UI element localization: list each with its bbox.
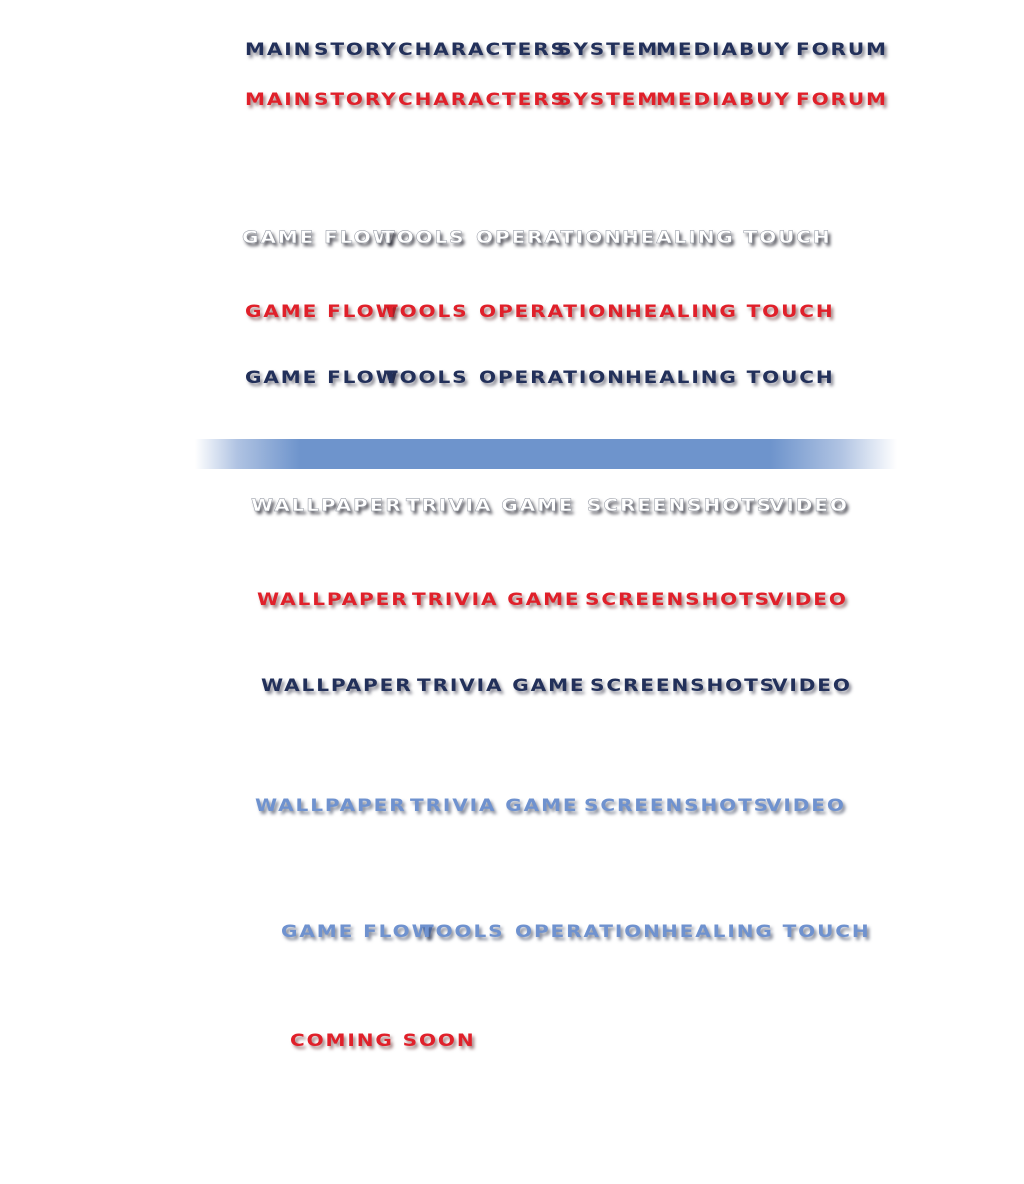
nav-system-button-hover[interactable]: SYSTEM: [557, 90, 659, 110]
subnav-tools-button[interactable]: TOOLS: [381, 228, 465, 248]
nav-system-button[interactable]: SYSTEM: [557, 40, 659, 60]
media-screenshots-button-active[interactable]: SCREENSHOTS: [590, 676, 776, 696]
coming-soon-label: COMING SOON: [290, 1031, 476, 1051]
media-screenshots-button[interactable]: SCREENSHOTS: [587, 496, 773, 516]
media-screenshots-button-selected[interactable]: SCREENSHOTS: [584, 796, 770, 816]
media-video-button[interactable]: VIDEO: [769, 496, 849, 516]
subnav-game-flow-button[interactable]: GAME FLOW: [242, 228, 397, 248]
subnav-operation-button-active[interactable]: OPERATION: [479, 368, 626, 388]
subnav-operation-button[interactable]: OPERATION: [476, 228, 623, 248]
subnav-healing-touch-button-selected[interactable]: HEALING TOUCH: [661, 922, 871, 942]
nav-story-button-hover[interactable]: STORY: [314, 90, 398, 110]
media-trivia-game-button-hover[interactable]: TRIVIA GAME: [412, 590, 581, 610]
nav-main-button[interactable]: MAIN: [245, 40, 312, 60]
subnav-tools-button-selected[interactable]: TOOLS: [420, 922, 504, 942]
subnav-game-flow-button-active[interactable]: GAME FLOW: [245, 368, 400, 388]
subnav-healing-touch-button-active[interactable]: HEALING TOUCH: [625, 368, 835, 388]
nav-forum-button-hover[interactable]: FORUM: [796, 90, 888, 110]
divider-bar: [195, 439, 897, 469]
subnav-game-flow-button-selected[interactable]: GAME FLOW: [281, 922, 436, 942]
nav-buy-button-hover[interactable]: BUY: [739, 90, 791, 110]
subnav-healing-touch-button[interactable]: HEALING TOUCH: [622, 228, 832, 248]
nav-buy-button[interactable]: BUY: [739, 40, 791, 60]
nav-main-button-hover[interactable]: MAIN: [245, 90, 312, 110]
media-trivia-game-button-active[interactable]: TRIVIA GAME: [417, 676, 586, 696]
nav-media-button-hover[interactable]: MEDIA: [656, 90, 739, 110]
media-trivia-game-button-selected[interactable]: TRIVIA GAME: [410, 796, 579, 816]
subnav-tools-button-hover[interactable]: TOOLS: [384, 302, 468, 322]
media-wallpaper-button[interactable]: WALLPAPER: [251, 496, 403, 516]
media-video-button-selected[interactable]: VIDEO: [766, 796, 846, 816]
media-video-button-active[interactable]: VIDEO: [772, 676, 852, 696]
nav-media-button[interactable]: MEDIA: [656, 40, 739, 60]
subnav-game-flow-button-hover[interactable]: GAME FLOW: [245, 302, 400, 322]
media-video-button-hover[interactable]: VIDEO: [768, 590, 848, 610]
subnav-healing-touch-button-hover[interactable]: HEALING TOUCH: [625, 302, 835, 322]
media-wallpaper-button-selected[interactable]: WALLPAPER: [255, 796, 407, 816]
subnav-tools-button-active[interactable]: TOOLS: [384, 368, 468, 388]
nav-characters-button-hover[interactable]: CHARACTERS: [398, 90, 567, 110]
subnav-operation-button-hover[interactable]: OPERATION: [479, 302, 626, 322]
media-wallpaper-button-active[interactable]: WALLPAPER: [261, 676, 413, 696]
media-screenshots-button-hover[interactable]: SCREENSHOTS: [585, 590, 771, 610]
nav-story-button[interactable]: STORY: [314, 40, 398, 60]
media-trivia-game-button[interactable]: TRIVIA GAME: [406, 496, 575, 516]
media-wallpaper-button-hover[interactable]: WALLPAPER: [257, 590, 409, 610]
subnav-operation-button-selected[interactable]: OPERATION: [515, 922, 662, 942]
nav-forum-button[interactable]: FORUM: [796, 40, 888, 60]
nav-characters-button[interactable]: CHARACTERS: [398, 40, 567, 60]
